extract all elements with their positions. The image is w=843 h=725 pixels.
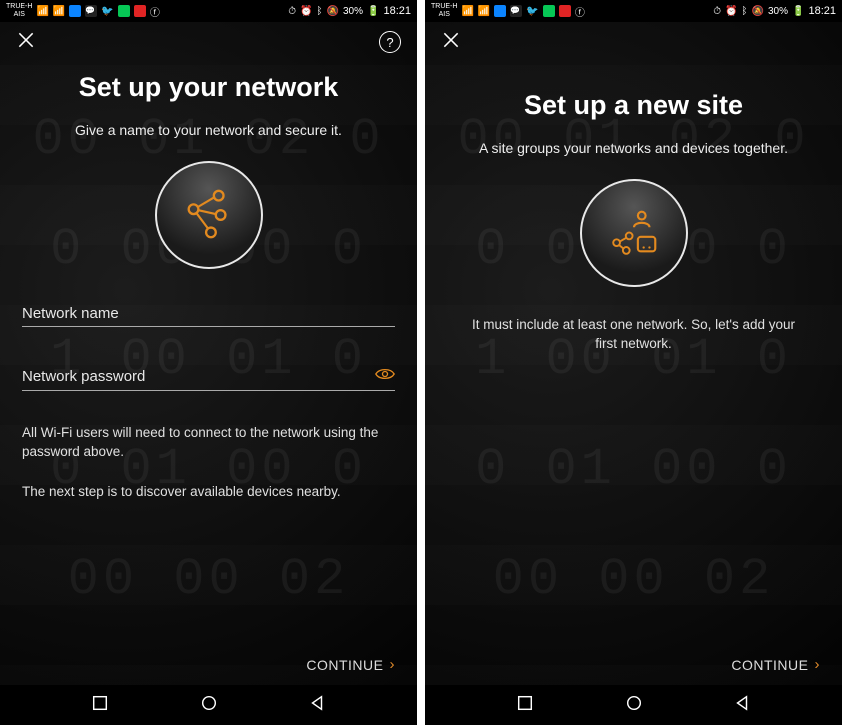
network-nodes-icon [180, 186, 238, 244]
clock: 18:21 [808, 5, 836, 17]
signal-bars-icon: 📶 [53, 6, 65, 17]
page-subtitle: A site groups your networks and devices … [447, 139, 820, 159]
alarm-icon: ⏱ [713, 6, 721, 17]
signal-bars-icon: 📶 [36, 6, 48, 17]
alarm-icon: ⏱ [288, 6, 296, 17]
network-password-field[interactable]: Network password [22, 359, 395, 391]
garena-icon [559, 5, 571, 17]
network-password-label: Network password [22, 368, 375, 385]
line-icon: 💬 [510, 5, 522, 17]
page-title: Set up your network [22, 72, 395, 103]
mute-icon: 🔕 [752, 6, 764, 17]
continue-button[interactable]: CONTINUE › [447, 642, 820, 685]
recent-apps-button[interactable] [91, 694, 109, 717]
close-icon[interactable] [16, 30, 36, 55]
info-text-1: All Wi-Fi users will need to connect to … [22, 423, 395, 462]
line2-icon [118, 5, 130, 17]
signal-bars-icon: 📶 [461, 6, 473, 17]
system-navbar [0, 685, 417, 725]
alarm2-icon: ⏰ [725, 6, 737, 17]
show-password-icon[interactable] [375, 367, 395, 386]
facebook-icon: ⓕ [150, 4, 160, 19]
chevron-right-icon: › [390, 656, 396, 673]
alarm2-icon: ⏰ [300, 6, 312, 17]
network-name-label: Network name [22, 305, 395, 322]
continue-label: CONTINUE [731, 657, 808, 673]
system-navbar [425, 685, 842, 725]
hero-graphic [155, 161, 263, 269]
recent-apps-button[interactable] [516, 694, 534, 717]
garena-icon [134, 5, 146, 17]
messenger-icon [69, 5, 81, 17]
home-button[interactable] [625, 694, 643, 717]
carrier-label: TRUE-H AIS [431, 3, 457, 19]
battery-icon: 🔋 [792, 6, 804, 17]
page-title: Set up a new site [447, 90, 820, 121]
battery-icon: 🔋 [367, 6, 379, 17]
clock: 18:21 [383, 5, 411, 17]
signal-bars-icon: 📶 [478, 6, 490, 17]
back-button[interactable] [733, 694, 751, 717]
phone-screen-right: 00 01 02 0 0 00 00 0 1 00 01 0 0 01 00 0… [425, 0, 842, 725]
battery-percent: 30% [343, 6, 363, 17]
continue-label: CONTINUE [306, 657, 383, 673]
close-icon[interactable] [441, 30, 461, 55]
page-subtitle: Give a name to your network and secure i… [22, 121, 395, 141]
hero-graphic [580, 179, 688, 287]
continue-button[interactable]: CONTINUE › [22, 642, 395, 685]
help-icon[interactable]: ? [379, 31, 401, 53]
home-button[interactable] [200, 694, 218, 717]
chevron-right-icon: › [815, 656, 821, 673]
carrier-label: TRUE-H AIS [6, 3, 32, 19]
bluetooth-icon: ᛒ [742, 6, 748, 17]
status-bar: TRUE-H AIS 📶 📶 💬 🐦 ⓕ ⏱ ⏰ ᛒ 🔕 30% 🔋 18:21 [0, 0, 417, 22]
info-text: It must include at least one network. So… [447, 315, 820, 354]
line2-icon [543, 5, 555, 17]
phone-screen-left: 00 01 02 0 0 00 00 0 1 00 01 0 0 01 00 0… [0, 0, 417, 725]
mute-icon: 🔕 [327, 6, 339, 17]
messenger-icon [494, 5, 506, 17]
site-group-icon [605, 204, 663, 262]
twitter-icon: 🐦 [101, 6, 113, 17]
facebook-icon: ⓕ [575, 4, 585, 19]
network-name-field[interactable]: Network name [22, 297, 395, 327]
back-button[interactable] [308, 694, 326, 717]
bluetooth-icon: ᛒ [317, 6, 323, 17]
info-text-2: The next step is to discover available d… [22, 482, 395, 502]
battery-percent: 30% [768, 6, 788, 17]
line-icon: 💬 [85, 5, 97, 17]
status-bar: TRUE-H AIS 📶 📶 💬 🐦 ⓕ ⏱ ⏰ ᛒ 🔕 30% 🔋 18:21 [425, 0, 842, 22]
twitter-icon: 🐦 [526, 6, 538, 17]
